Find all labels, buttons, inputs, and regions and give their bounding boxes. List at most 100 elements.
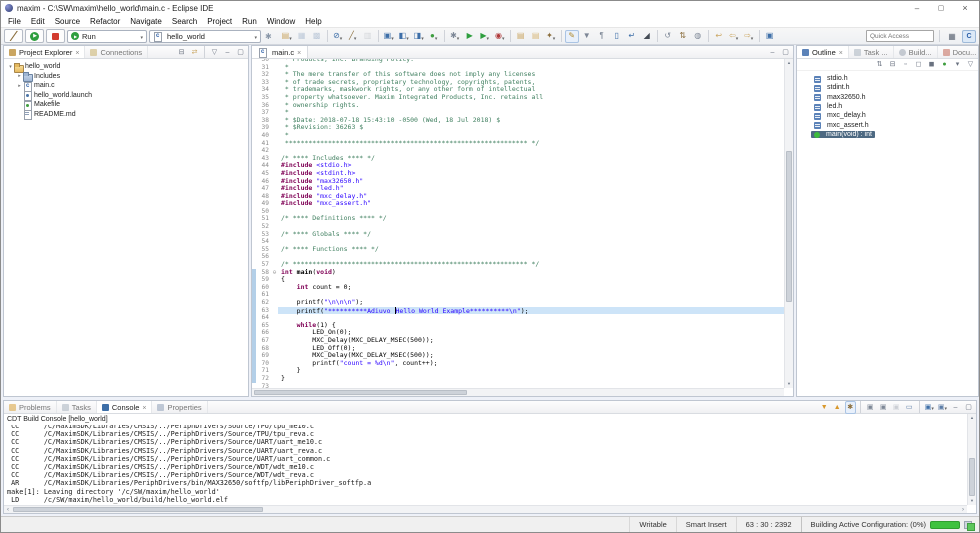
code-line-53[interactable]: 53/* **** Globals **** */ — [252, 231, 784, 239]
code-line-39[interactable]: 39 * $Revision: 36263 $ — [252, 124, 784, 132]
scroll-left-arrow[interactable] — [4, 506, 12, 513]
next-annotation-icon[interactable]: ▼ — [580, 30, 594, 43]
mark-occurrences-icon[interactable]: ✎ — [565, 30, 579, 43]
outline-item-mxc_assert.h[interactable]: mxc_assert.h — [797, 120, 978, 129]
launch-config-combo[interactable]: hello_world — [149, 30, 261, 43]
clear-console-icon[interactable]: ▭ — [904, 401, 915, 414]
tab-documentation[interactable]: Docu... — [938, 46, 980, 58]
menu-run[interactable]: Run — [237, 17, 262, 26]
pin-console-icon[interactable]: ▣ — [891, 401, 902, 414]
menu-help[interactable]: Help — [300, 17, 326, 26]
save-all-icon[interactable]: ▩ — [310, 30, 324, 43]
new-c-project-icon[interactable]: ◨ — [412, 30, 426, 43]
show-console-output-icon[interactable]: ▣ — [865, 401, 876, 414]
launch-debug-icon[interactable]: ● — [427, 30, 441, 43]
view-menu-icon[interactable]: ▽ — [209, 46, 220, 59]
show-whitespace-icon[interactable]: ¶ — [595, 30, 609, 43]
outline-item-stdio.h[interactable]: stdio.h — [797, 74, 978, 83]
link-editor-icon[interactable]: ⇄ — [189, 46, 200, 59]
tab-builds[interactable]: Build... — [894, 46, 938, 58]
tab-problems[interactable]: Problems — [4, 401, 57, 413]
menu-window[interactable]: Window — [262, 17, 300, 26]
menu-source[interactable]: Source — [50, 17, 85, 26]
close-icon[interactable] — [142, 403, 146, 412]
run-history-icon[interactable]: ▶ — [478, 30, 492, 43]
back-icon[interactable]: ⇦ — [727, 30, 741, 43]
code-editor[interactable]: 30 * Products, Inc. Branding Policy.31 *… — [252, 59, 784, 388]
quick-access-input[interactable] — [866, 30, 934, 42]
console-output[interactable]: CC /C/MaximSDK/Libraries/CMSIS/../Periph… — [7, 425, 966, 504]
code-line-49[interactable]: 49#include "mxc_assert.h" — [252, 200, 784, 208]
code-line-71[interactable]: 71 } — [252, 367, 784, 375]
new-cpp-project-icon[interactable]: ◧ — [397, 30, 411, 43]
minimize-window-button[interactable] — [905, 1, 929, 15]
editor-vertical-scrollbar[interactable] — [784, 59, 793, 388]
code-line-62[interactable]: 62 printf("\n\n\n"); — [252, 299, 784, 307]
code-line-72[interactable]: 72} — [252, 375, 784, 383]
build-all-icon[interactable]: ▥ — [361, 30, 375, 43]
open-console-icon[interactable]: ▣ — [924, 401, 935, 414]
maximize-icon[interactable]: ▢ — [235, 46, 246, 59]
code-line-55[interactable]: 55/* **** Functions **** */ — [252, 246, 784, 254]
tab-tasks[interactable]: Tasks — [57, 401, 97, 413]
editor-horizontal-scrollbar[interactable] — [252, 388, 784, 396]
maximize-window-button[interactable] — [929, 1, 953, 15]
tab-connections[interactable]: Connections — [85, 46, 148, 58]
progress-view-icon[interactable] — [964, 521, 973, 529]
fold-marker-icon[interactable] — [271, 269, 278, 277]
gear-icon[interactable] — [263, 32, 274, 41]
resume-button[interactable] — [25, 29, 44, 43]
flash-button[interactable]: ╱ — [4, 29, 23, 43]
scrollbar-thumb[interactable] — [969, 458, 975, 496]
tree-item-Includes[interactable]: Includes — [4, 72, 248, 82]
last-edit-location-icon[interactable]: ↩ — [712, 30, 726, 43]
expander-icon[interactable] — [16, 83, 23, 89]
scroll-up-arrow[interactable] — [968, 414, 976, 422]
minimize-icon[interactable]: – — [767, 46, 778, 59]
open-resource-icon[interactable]: ▤ — [529, 30, 543, 43]
scroll-right-arrow[interactable] — [959, 506, 967, 513]
tab-console[interactable]: Console — [97, 401, 153, 413]
menu-navigate[interactable]: Navigate — [125, 17, 167, 26]
code-line-36[interactable]: 36 * ownership rights. — [252, 102, 784, 110]
tree-item-hello_world[interactable]: hello_world — [4, 62, 248, 72]
filters-icon[interactable]: ▾ — [952, 58, 963, 71]
link-editor-icon[interactable]: ● — [939, 58, 950, 71]
open-perspective-icon[interactable]: ▦ — [945, 30, 959, 43]
cpp-perspective-icon[interactable]: C — [962, 30, 976, 43]
display-console-icon[interactable]: ▣ — [937, 401, 948, 414]
collapse-all-icon[interactable]: ⊟ — [887, 58, 898, 71]
close-icon[interactable] — [839, 48, 843, 57]
new-cpp-class-icon[interactable]: ▣ — [382, 30, 396, 43]
tree-item-Makefile[interactable]: Makefile — [4, 100, 248, 110]
scroll-down-arrow[interactable] — [968, 497, 976, 505]
build-settings-icon[interactable]: ✱ — [845, 401, 856, 414]
save-icon[interactable]: ▦ — [295, 30, 309, 43]
terminate-button[interactable] — [46, 29, 65, 43]
close-icon[interactable] — [75, 48, 79, 57]
run-icon[interactable]: ▶ — [463, 30, 477, 43]
maximize-icon[interactable]: ▢ — [780, 46, 791, 59]
menu-file[interactable]: File — [3, 17, 26, 26]
pin-editor-icon[interactable]: ▣ — [763, 30, 777, 43]
scroll-down-arrow[interactable] — [785, 380, 793, 388]
code-line-58[interactable]: 58int main(void) — [252, 269, 784, 277]
outline-item-mxc_delay.h[interactable]: mxc_delay.h — [797, 111, 978, 120]
console-horizontal-scrollbar[interactable] — [4, 505, 967, 513]
view-menu-icon[interactable]: ▽ — [965, 58, 976, 71]
outline-item-led.h[interactable]: led.h — [797, 102, 978, 111]
outline-item-main[interactable]: main(void) : int — [797, 130, 978, 139]
code-line-41[interactable]: 41 *************************************… — [252, 140, 784, 148]
hide-static-icon[interactable]: ◻ — [913, 58, 924, 71]
external-tools-icon[interactable]: ✱ — [448, 30, 462, 43]
search-icon[interactable]: ✦ — [544, 30, 558, 43]
expander-icon[interactable] — [16, 73, 23, 79]
outline-item-stdint.h[interactable]: stdint.h — [797, 83, 978, 92]
collapse-all-icon[interactable]: ⊟ — [176, 46, 187, 59]
block-selection-icon[interactable]: ▯ — [610, 30, 624, 43]
tab-outline[interactable]: Outline — [797, 46, 849, 58]
menu-refactor[interactable]: Refactor — [85, 17, 125, 26]
maximize-icon[interactable]: ▢ — [963, 401, 974, 414]
sort-icon[interactable]: ⇅ — [874, 58, 885, 71]
close-icon[interactable] — [297, 48, 301, 57]
